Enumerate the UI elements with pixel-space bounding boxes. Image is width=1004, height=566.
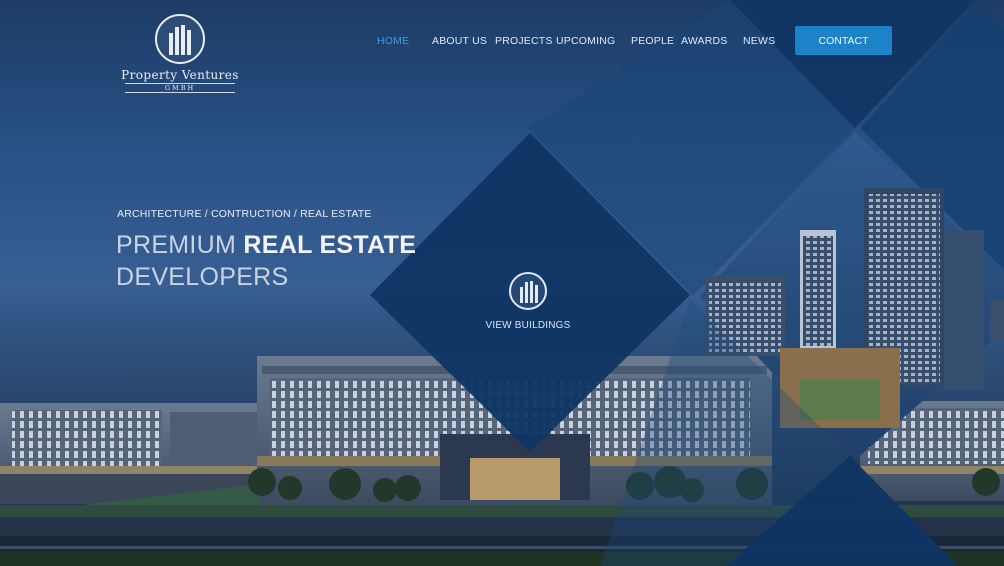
- nav-upcoming[interactable]: UPCOMING: [556, 35, 615, 47]
- brand-subtitle: GMBH: [125, 83, 235, 93]
- buildings-icon: [520, 281, 538, 303]
- headline-bold: REAL ESTATE: [243, 231, 417, 259]
- hero-eyebrow: ARCHITECTURE / CONTRUCTION / REAL ESTATE: [117, 208, 372, 220]
- headline-line2: DEVELOPERS: [116, 263, 289, 291]
- nav-home[interactable]: HOME: [377, 35, 409, 47]
- headline-light: PREMIUM: [116, 231, 244, 259]
- nav-about-us[interactable]: ABOUT US: [432, 35, 487, 47]
- buildings-icon: [169, 25, 191, 55]
- hero-headline: PREMIUM REAL ESTATE DEVELOPERS: [116, 229, 416, 293]
- logo-emblem-icon: [155, 14, 205, 64]
- contact-button[interactable]: CONTACT: [795, 26, 892, 55]
- brand-logo[interactable]: Property Ventures GMBH: [120, 14, 240, 98]
- view-buildings-link[interactable]: VIEW BUILDINGS: [470, 320, 586, 331]
- nav-projects[interactable]: PROJECTS: [495, 35, 553, 47]
- view-buildings-icon-button[interactable]: [509, 272, 547, 310]
- nav-awards[interactable]: AWARDS: [681, 35, 728, 47]
- brand-name: Property Ventures: [121, 68, 239, 82]
- nav-news[interactable]: NEWS: [743, 35, 775, 47]
- hero-banner: Property Ventures GMBH HOME ABOUT US PRO…: [0, 0, 1004, 566]
- nav-people[interactable]: PEOPLE: [631, 35, 674, 47]
